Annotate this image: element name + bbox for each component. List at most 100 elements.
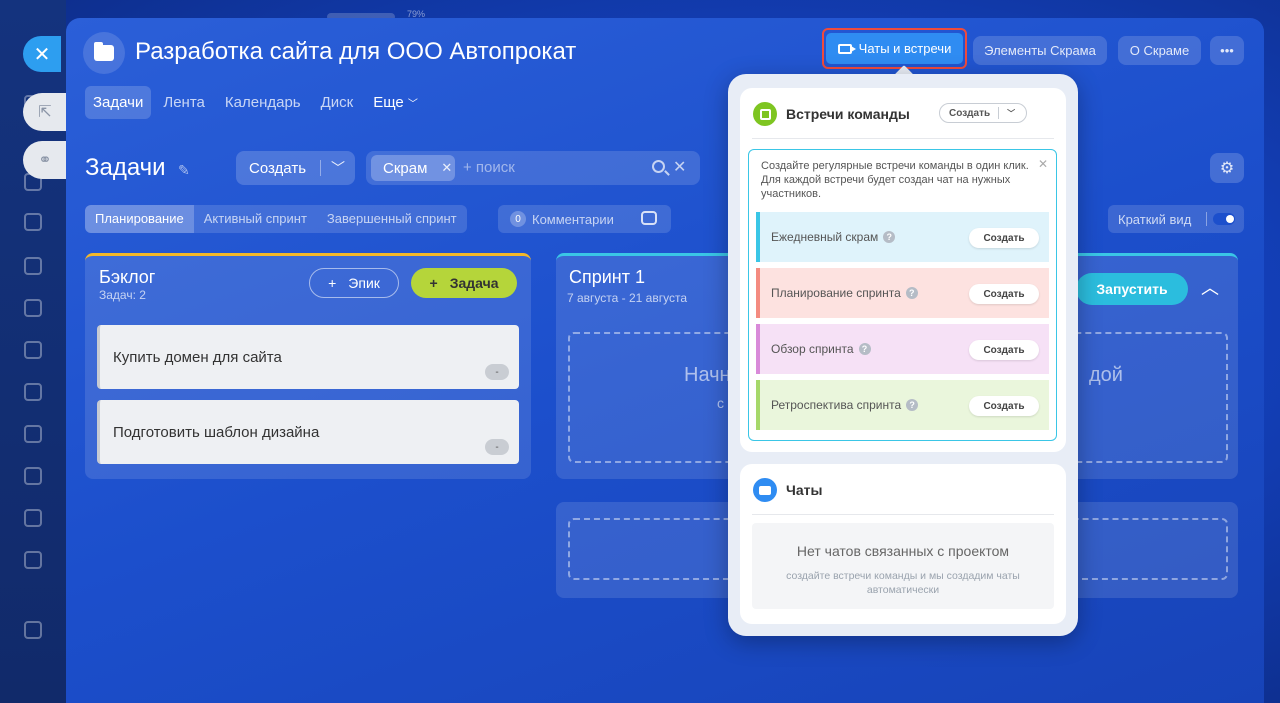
team-meetings-card: Встречи команды Создать ﹀ Создайте регул… <box>740 88 1066 452</box>
task-label: Задача <box>449 275 499 291</box>
search-input[interactable]: + поиск <box>463 159 515 176</box>
chat-bubbles-icon <box>753 478 777 502</box>
story-points-badge[interactable]: - <box>485 439 509 455</box>
comments-filter[interactable]: 0 Комментарии <box>498 205 671 233</box>
clear-icon[interactable]: ✕ <box>673 157 686 177</box>
card-icon[interactable] <box>24 341 42 359</box>
add-task-button[interactable]: + Задача <box>411 268 517 298</box>
mail-icon[interactable] <box>24 383 42 401</box>
video-camera-icon <box>837 43 856 54</box>
about-scrum-button[interactable]: О Скраме <box>1118 36 1201 65</box>
page-title: Разработка сайта для ООО Автопрокат <box>135 38 577 65</box>
add-epic-button[interactable]: + Эпик <box>309 268 399 298</box>
more-button[interactable]: ••• <box>1210 36 1244 65</box>
search-filter[interactable]: Скрам ✕ + поиск ✕ <box>366 151 700 185</box>
settings-button[interactable]: ⚙ <box>1210 153 1244 183</box>
chevron-down-icon: ﹀ <box>407 99 418 110</box>
calendar-icon[interactable] <box>24 257 42 275</box>
create-daily-button[interactable]: Создать <box>969 228 1039 248</box>
sprint-title: Спринт 1 <box>569 267 646 287</box>
create-task-button[interactable]: Создать ﹀ <box>236 151 355 185</box>
task-title: Подготовить шаблон дизайна <box>113 424 320 441</box>
project-slider: Разработка сайта для ООО Автопрокат Чаты… <box>66 18 1264 703</box>
chevron-down-icon[interactable]: ﹀ <box>1007 108 1015 119</box>
help-icon[interactable]: ? <box>906 399 919 411</box>
compact-view-toggle[interactable]: Краткий вид <box>1108 205 1244 233</box>
empty-chats-title: Нет чатов связанных с проектом <box>796 543 1010 559</box>
chats-meetings-label: Чаты и встречи <box>858 41 952 56</box>
meeting-label: Ретроспектива спринта <box>771 398 902 412</box>
toggle-switch[interactable] <box>1213 213 1235 225</box>
scrum-elements-button[interactable]: Элементы Скрама <box>973 36 1107 65</box>
filter-chip-label: Скрам <box>383 159 428 177</box>
tab-feed[interactable]: Лента <box>155 86 213 119</box>
view-active-sprint[interactable]: Активный спринт <box>194 205 317 233</box>
search-icon[interactable] <box>652 160 665 173</box>
gear-icon: ⚙ <box>1219 160 1235 177</box>
task-card[interactable]: Купить домен для сайта - <box>97 325 519 389</box>
create-review-button[interactable]: Создать <box>969 340 1039 360</box>
meeting-row-daily: Ежедневный скрам? Создать <box>756 212 1049 262</box>
divider <box>1206 212 1207 226</box>
meetings-info-text: Создайте регулярные встречи команды в од… <box>761 160 1029 200</box>
drop-zone-hint: с <box>717 395 724 411</box>
close-icon[interactable]: ✕ <box>1038 157 1048 171</box>
meeting-row-planning: Планирование спринта? Создать <box>756 268 1049 318</box>
plus-icon: + <box>429 275 438 291</box>
comments-label: Комментарии <box>532 211 614 227</box>
view-switcher: Планирование Активный спринт Завершенный… <box>85 205 467 233</box>
create-meeting-button[interactable]: Создать ﹀ <box>939 103 1027 123</box>
settings-icon[interactable] <box>24 621 42 639</box>
meetings-info-box: Создайте регулярные встречи команды в од… <box>748 149 1057 441</box>
create-meeting-label: Создать <box>949 107 991 119</box>
drop-zone-text: Начн <box>684 364 731 386</box>
view-planning[interactable]: Планирование <box>85 205 194 233</box>
tab-more[interactable]: Еще ﹀ <box>365 86 426 119</box>
tab-disk[interactable]: Диск <box>313 86 362 119</box>
chats-card: Чаты Нет чатов связанных с проектом созд… <box>740 464 1066 624</box>
divider <box>752 514 1054 515</box>
divider <box>320 160 321 176</box>
project-avatar <box>83 32 125 74</box>
help-icon[interactable]: ? <box>905 287 918 299</box>
calendar-icon <box>753 102 777 126</box>
create-label: Создать <box>249 159 307 177</box>
chat-icon[interactable] <box>24 213 42 231</box>
chevron-up-icon[interactable]: ︿ <box>1201 274 1219 300</box>
meeting-label: Ежедневный скрам <box>771 230 879 244</box>
backlog-title: Бэклог <box>99 267 156 287</box>
pin-icon[interactable]: ✎ <box>178 162 190 179</box>
link-icon: ⚭ <box>38 152 52 169</box>
meeting-row-retro: Ретроспектива спринта? Создать <box>756 380 1049 430</box>
divider <box>752 138 1054 139</box>
tab-tasks[interactable]: Задачи <box>85 86 152 119</box>
pen-icon[interactable] <box>24 467 42 485</box>
view-completed-sprint[interactable]: Завершенный спринт <box>317 205 467 233</box>
start-sprint-button[interactable]: Запустить <box>1076 273 1188 305</box>
task-title: Купить домен для сайта <box>113 349 282 366</box>
story-points-badge[interactable]: - <box>485 364 509 380</box>
tab-more-label: Еще <box>373 94 404 111</box>
create-retro-button[interactable]: Создать <box>969 396 1039 416</box>
contacts-icon[interactable] <box>24 425 42 443</box>
empty-chats-state: Нет чатов связанных с проектом создайте … <box>752 523 1054 609</box>
section-title: Задачи <box>85 154 166 181</box>
tab-calendar[interactable]: Календарь <box>217 86 309 119</box>
open-new-window-button[interactable]: ⇱ <box>23 93 67 131</box>
filter-icon[interactable] <box>24 509 42 527</box>
edit-doc-icon[interactable] <box>24 551 42 569</box>
create-planning-button[interactable]: Создать <box>969 284 1039 304</box>
close-slider-button[interactable]: ✕ <box>23 36 61 72</box>
help-icon[interactable]: ? <box>858 343 871 355</box>
chats-meetings-button[interactable]: Чаты и встречи <box>826 33 963 64</box>
meeting-label: Обзор спринта <box>771 342 854 356</box>
copy-link-button[interactable]: ⚭ <box>23 141 67 179</box>
meeting-label: Планирование спринта <box>771 286 901 300</box>
document-icon[interactable] <box>24 299 42 317</box>
close-icon: ✕ <box>33 43 51 66</box>
filter-chip[interactable]: Скрам ✕ <box>371 155 455 181</box>
chevron-down-icon[interactable]: ﹀ <box>331 158 345 178</box>
task-card[interactable]: Подготовить шаблон дизайна - <box>97 400 519 464</box>
remove-chip-icon[interactable]: ✕ <box>441 160 452 176</box>
help-icon[interactable]: ? <box>883 231 896 243</box>
